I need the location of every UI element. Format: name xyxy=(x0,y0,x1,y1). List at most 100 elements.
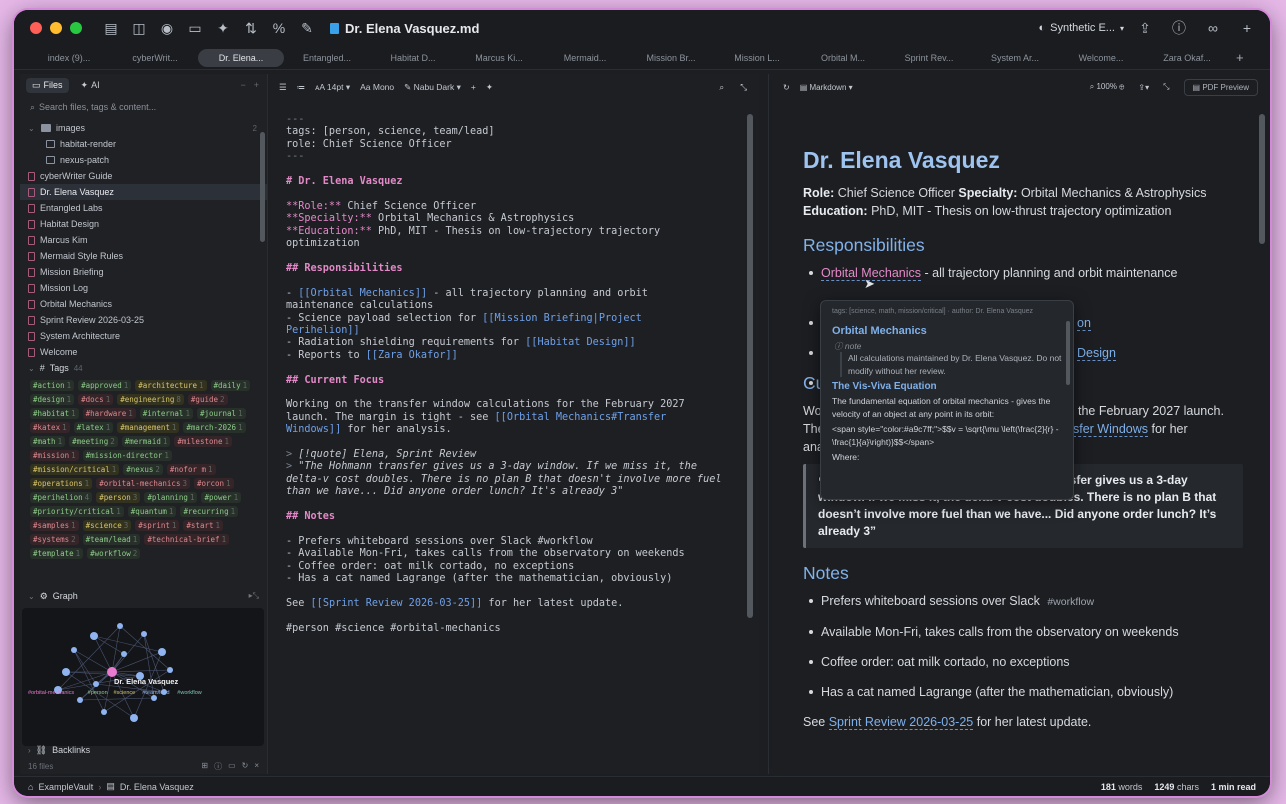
search-icon[interactable]: ⌕ xyxy=(719,82,724,93)
tag-item[interactable]: #docs 1 xyxy=(78,394,114,405)
mission-briefing-link[interactable]: on xyxy=(1077,316,1091,331)
tag-item[interactable]: #nexus 2 xyxy=(123,464,163,475)
minimize-window-button[interactable] xyxy=(50,22,62,34)
workflow-tag[interactable]: #workflow xyxy=(1047,596,1094,608)
tag-item[interactable]: #journal 1 xyxy=(196,408,246,419)
folder-images[interactable]: ⌄ images 2 xyxy=(20,120,267,136)
tag-item[interactable]: #hardware 1 xyxy=(82,408,136,419)
sparkle-icon[interactable]: ✦ xyxy=(210,16,236,40)
sprint-review-link[interactable]: Sprint Review 2026-03-25 xyxy=(828,715,974,730)
tab-3[interactable]: Entangled... xyxy=(284,49,370,67)
tag-item[interactable]: #person 3 xyxy=(96,492,141,503)
font-size-selector[interactable]: ᴀA 14pt ▾ xyxy=(315,82,350,93)
percent-icon[interactable]: % xyxy=(266,16,292,40)
add-icon[interactable]: + xyxy=(254,80,259,90)
tab-13[interactable]: Zara Okaf... xyxy=(1144,49,1230,67)
tag-item[interactable]: #science 3 xyxy=(82,520,132,531)
tag-item[interactable]: #technical-brief 1 xyxy=(144,534,230,545)
tag-item[interactable]: #quantum 1 xyxy=(127,506,177,517)
graph-view[interactable]: Dr. Elena Vasquez #orbital-mechanics #per… xyxy=(22,608,264,746)
file-item[interactable]: cyberWriter Guide xyxy=(20,168,267,184)
file-item[interactable]: Welcome xyxy=(20,344,267,360)
graph-node[interactable] xyxy=(130,714,138,722)
tab-0[interactable]: index (9)... xyxy=(26,49,112,67)
tab-5[interactable]: Marcus Ki... xyxy=(456,49,542,67)
transfer-windows-link[interactable]: sfer Windows xyxy=(1073,422,1149,437)
tab-2[interactable]: Dr. Elena... xyxy=(198,48,284,67)
pen-icon[interactable]: ✎ xyxy=(294,16,320,40)
tag-item[interactable]: #latex 1 xyxy=(73,422,114,433)
list-icon[interactable]: ≔ xyxy=(297,82,306,93)
tab-files[interactable]: ▭ Files xyxy=(26,77,69,93)
tag-item[interactable]: #orcon 1 xyxy=(193,478,234,489)
share-icon[interactable]: ⇪ xyxy=(1132,16,1158,40)
tab-6[interactable]: Mermaid... xyxy=(542,49,628,67)
tag-item[interactable]: #systems 2 xyxy=(30,534,79,545)
tag-item[interactable]: #template 1 xyxy=(30,548,84,559)
preview-eye-icon[interactable]: ◉ xyxy=(154,16,180,40)
file-item[interactable]: Mission Log xyxy=(20,280,267,296)
tag-item[interactable]: #priority/critical 1 xyxy=(30,506,124,517)
split-view-icon[interactable]: ◫ xyxy=(126,16,152,40)
tag-item[interactable]: #perihelion 4 xyxy=(30,492,93,503)
tag-item[interactable]: #team/lead 1 xyxy=(82,534,141,545)
tag-item[interactable]: #action 1 xyxy=(30,380,75,391)
graph-node[interactable] xyxy=(62,668,70,676)
file-item[interactable]: habitat-render xyxy=(20,136,267,152)
graph-node[interactable] xyxy=(90,632,98,640)
expand-graph-icon[interactable]: ▸⤡ xyxy=(249,591,259,601)
new-folder-icon[interactable]: ▭ xyxy=(228,761,236,772)
help-icon[interactable]: ⓘ xyxy=(1166,16,1192,40)
add-icon[interactable]: + xyxy=(471,82,476,92)
tag-item[interactable]: #mission 1 xyxy=(30,450,79,461)
tab-1[interactable]: cyberWrit... xyxy=(112,49,198,67)
tag-item[interactable]: #daily 1 xyxy=(210,380,251,391)
tag-item[interactable]: #samples 1 xyxy=(30,520,79,531)
tag-item[interactable]: #mermaid 1 xyxy=(121,436,171,447)
editor-theme-selector[interactable]: ✎ Nabu Dark ▾ xyxy=(404,82,461,93)
file-item[interactable]: Dr. Elena Vasquez xyxy=(20,184,267,200)
tag-item[interactable]: #planning 1 xyxy=(144,492,198,503)
menu-icon[interactable]: ☰ xyxy=(279,82,287,93)
preview-mode-selector[interactable]: ▤ Markdown ▾ xyxy=(800,83,853,92)
tab-12[interactable]: Welcome... xyxy=(1058,49,1144,67)
font-selector[interactable]: Aa Mono xyxy=(360,82,394,92)
file-item[interactable]: Sprint Review 2026-03-25 xyxy=(20,312,267,328)
tags-section-header[interactable]: ⌄ # Tags 44 xyxy=(20,360,267,376)
graph-node[interactable] xyxy=(121,651,127,657)
tag-item[interactable]: #march-2026 1 xyxy=(183,422,246,433)
tag-item[interactable]: #design 1 xyxy=(30,394,75,405)
sidebar-scrollbar[interactable] xyxy=(260,132,265,242)
tag-item[interactable]: #orbital-mechanics 3 xyxy=(96,478,190,489)
close-icon[interactable]: × xyxy=(254,761,259,772)
maximize-window-button[interactable] xyxy=(70,22,82,34)
tag-item[interactable]: #internal 1 xyxy=(139,408,193,419)
tag-item[interactable]: #guide 2 xyxy=(187,394,228,405)
tag-item[interactable]: #architecture 1 xyxy=(135,380,207,391)
refresh-icon[interactable]: ↻ xyxy=(783,83,790,92)
file-item[interactable]: Mission Briefing xyxy=(20,264,267,280)
export-icon[interactable]: ⇪▾ xyxy=(1138,83,1149,92)
tag-item[interactable]: #milestone 1 xyxy=(174,436,233,447)
tab-9[interactable]: Orbital M... xyxy=(800,49,886,67)
graph-node[interactable] xyxy=(158,648,166,656)
glasses-icon[interactable]: ∞ xyxy=(1200,16,1226,40)
graph-node[interactable] xyxy=(167,667,173,673)
tab-4[interactable]: Habitat D... xyxy=(370,49,456,67)
expand-icon[interactable]: ⤡ xyxy=(740,82,747,93)
graph-section-header[interactable]: ⌄ ⚙ Graph ▸⤡ xyxy=(20,588,267,604)
tag-item[interactable]: #nofor m1 xyxy=(166,464,216,475)
graph-node[interactable] xyxy=(141,631,147,637)
graph-node[interactable] xyxy=(93,681,99,687)
collapse-icon[interactable]: − xyxy=(240,80,245,90)
tag-item[interactable]: #approved 1 xyxy=(78,380,132,391)
preview-scrollbar[interactable] xyxy=(1259,114,1265,244)
file-item[interactable]: Marcus Kim xyxy=(20,232,267,248)
search-input[interactable]: ⌕ Search files, tags & content... xyxy=(26,98,261,116)
tag-item[interactable]: #habitat 1 xyxy=(30,408,79,419)
tag-item[interactable]: #start 1 xyxy=(183,520,224,531)
habitat-design-link[interactable]: Design xyxy=(1077,346,1116,361)
theme-selector[interactable]: ◐ Synthetic E... ▾ xyxy=(1039,22,1124,34)
tag-item[interactable]: #sprint 1 xyxy=(135,520,180,531)
folder-icon[interactable]: ▭ xyxy=(182,16,208,40)
